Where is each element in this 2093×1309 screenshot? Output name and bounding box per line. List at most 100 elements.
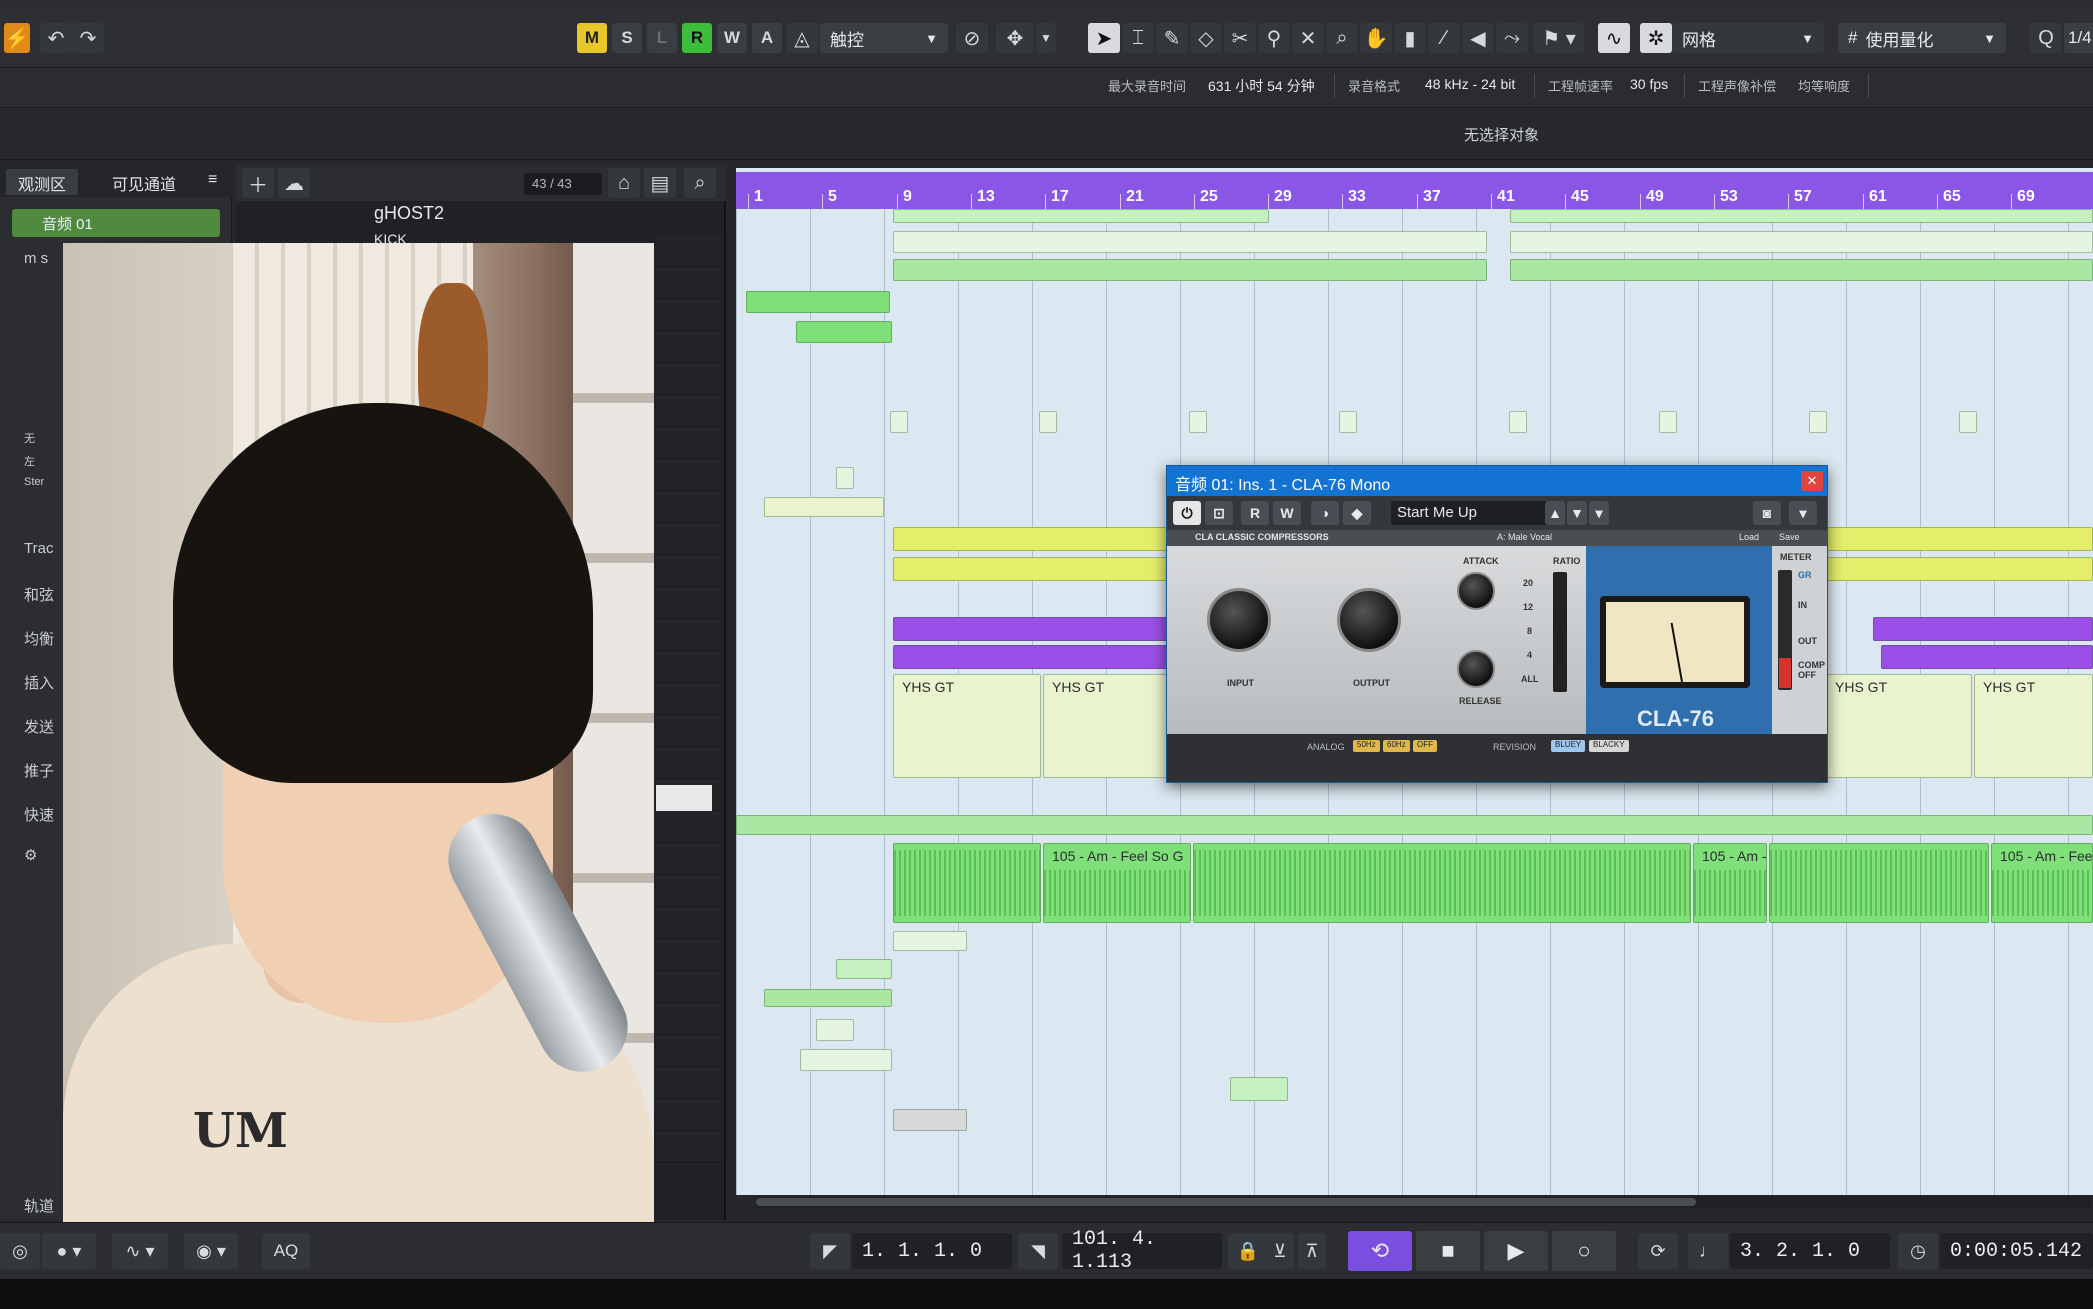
release-knob[interactable] [1457, 650, 1495, 688]
midi-part[interactable] [764, 497, 884, 517]
quantize-select[interactable]: # 使用量化 ▼ [1838, 23, 2006, 53]
right-locator-field[interactable]: 101. 4. 1.113 [1062, 1228, 1222, 1274]
punch-out-icon[interactable]: ⊼ [1298, 1233, 1326, 1269]
midi-part[interactable] [893, 931, 967, 951]
audio-event-yhs-gt[interactable]: YHS GT [1974, 674, 2093, 778]
timeline-ruler[interactable]: 1 5 9 13 17 21 25 29 33 37 41 45 49 53 57 61 65 69 [736, 172, 2093, 209]
input-knob[interactable] [1207, 588, 1271, 652]
camera-icon[interactable]: ◙ [1753, 501, 1781, 525]
chevron-down-icon[interactable]: ▼ [1036, 23, 1056, 53]
audio-icon[interactable]: ∿ ▾ [112, 1233, 168, 1269]
play-tool-icon[interactable]: ◀ [1462, 23, 1494, 53]
meter-option[interactable]: OUT [1798, 636, 1817, 646]
midi-part[interactable] [893, 259, 1487, 281]
midi-part[interactable] [1230, 1077, 1288, 1101]
position-time-field[interactable]: 0:00:05.142 [1940, 1233, 2093, 1269]
midi-part[interactable] [890, 411, 908, 433]
midi-part[interactable] [764, 989, 892, 1007]
search-icon[interactable]: ⌕ [684, 168, 716, 198]
left-locator-icon[interactable]: ◤ [810, 1233, 850, 1269]
position-bars-field[interactable]: 3. 2. 1. 0 [1730, 1233, 1890, 1269]
lock-icon[interactable]: 🔒 [1228, 1233, 1268, 1269]
object-select-tool-icon[interactable]: ➤ [1088, 23, 1120, 53]
waves-load[interactable]: Load [1739, 532, 1759, 542]
track-rows[interactable] [656, 235, 724, 1165]
midi-part[interactable] [796, 321, 892, 343]
preset-up-icon[interactable]: ▲ [1545, 501, 1565, 525]
audio-event[interactable] [893, 843, 1041, 923]
bypass-icon[interactable]: ⊡ [1205, 501, 1233, 525]
analog-60hz[interactable]: 60Hz [1383, 740, 1410, 752]
midi-part[interactable] [1339, 411, 1357, 433]
tab-inspector[interactable]: 观测区 [6, 169, 79, 195]
power-icon[interactable]: ⏻ [1173, 501, 1201, 525]
revision-bluey[interactable]: BLUEY [1551, 740, 1586, 752]
aq-button[interactable]: AQ [262, 1233, 310, 1269]
cycle-button[interactable]: ⟲ [1348, 1231, 1412, 1271]
erase-tool-icon[interactable]: ◇ [1190, 23, 1222, 53]
attack-knob[interactable] [1457, 572, 1495, 610]
waves-save[interactable]: Save [1779, 532, 1800, 542]
tab-visibility[interactable]: 可见通道 [100, 169, 188, 195]
activate-project-icon[interactable]: ⚡ [4, 23, 30, 53]
midi-part[interactable] [816, 1019, 854, 1041]
split-tool-icon[interactable]: ✂ [1224, 23, 1256, 53]
close-icon[interactable]: ✕ [1801, 471, 1823, 491]
folder-icon[interactable]: ☁ [278, 168, 310, 198]
snap-to-zero-icon[interactable]: ✲ [1640, 23, 1672, 53]
color-tool-icon[interactable]: ⤳ [1496, 23, 1528, 53]
quantize-value-select[interactable]: 1/4 [2064, 23, 2093, 53]
analog-50hz[interactable]: 50Hz [1353, 740, 1380, 752]
automation-mode-select[interactable]: 触控 ▼ [820, 23, 948, 53]
equal-loudness-label[interactable]: 均等响度 [1798, 76, 1850, 95]
line-tool-icon[interactable]: ∕ [1428, 23, 1460, 53]
read-automation-button[interactable]: R [682, 23, 712, 53]
mute-button[interactable]: M [577, 23, 607, 53]
chevron-down-icon[interactable]: ▾ [1789, 501, 1817, 525]
audio-event[interactable] [1193, 843, 1691, 923]
midi-part[interactable] [893, 645, 1169, 669]
audio-event[interactable] [736, 815, 2093, 835]
solo-button[interactable]: S [612, 23, 642, 53]
list-icon[interactable]: ▤ [644, 168, 676, 198]
preset-field[interactable]: Start Me Up [1391, 501, 1551, 525]
empty-part[interactable] [893, 1109, 967, 1131]
midi-part[interactable] [1809, 411, 1827, 433]
clock-icon[interactable]: ◷ [1898, 1233, 1938, 1269]
audio-event-feel-so-good[interactable]: 105 - Am - Feel So [1991, 843, 2093, 923]
scrollbar-thumb[interactable] [756, 1198, 1696, 1206]
record-button[interactable]: ○ [1552, 1231, 1616, 1271]
zoom-tool-icon[interactable]: ⌕ [1326, 23, 1358, 53]
listen-button[interactable]: L [647, 23, 677, 53]
analog-off[interactable]: OFF [1413, 740, 1437, 752]
autoscroll-icon[interactable]: ⚑ ▾ [1534, 23, 1584, 53]
undo-icon[interactable]: ↶ [40, 23, 72, 53]
midi-part[interactable] [1510, 259, 2093, 281]
follow-icon[interactable]: ⟳ [1638, 1233, 1678, 1269]
left-locator-field[interactable]: 1. 1. 1. 0 [852, 1233, 1012, 1269]
plugin-window-cla76[interactable]: 音频 01: Ins. 1 - CLA-76 Mono ✕ ⏻ ⊡ R W ◑ … [1166, 465, 1828, 783]
max-record-time-value[interactable]: 631 小时 54 分钟 [1208, 76, 1315, 96]
waves-preset[interactable]: A: Male Vocal [1497, 532, 1552, 542]
punch-in-icon[interactable]: ⊻ [1266, 1233, 1294, 1269]
output-knob[interactable] [1337, 588, 1401, 652]
audio-event[interactable] [1769, 843, 1989, 923]
home-icon[interactable]: ⌂ [608, 168, 640, 198]
sidechain-icon[interactable]: ◑ [1311, 501, 1339, 525]
snap-type-select[interactable]: 网格 ▼ [1672, 23, 1824, 53]
record-mode-icon[interactable]: ◎ [0, 1233, 40, 1269]
mute-tool-icon[interactable]: ✕ [1292, 23, 1324, 53]
meter-option[interactable]: GR [1798, 570, 1812, 580]
menu-bar[interactable] [0, 0, 2093, 8]
nudge-icon[interactable]: ✥ [996, 23, 1034, 53]
midi-part[interactable] [893, 617, 1169, 641]
midi-part[interactable] [1509, 411, 1527, 433]
ratio-selector[interactable] [1553, 572, 1567, 692]
audio-event-yhs-gt[interactable]: YHS GT [1043, 674, 1169, 778]
meter-option[interactable]: COMP OFF [1798, 660, 1826, 680]
midi-part[interactable] [893, 209, 1269, 223]
menu-icon[interactable]: ≡ [196, 169, 229, 195]
meter-option[interactable]: IN [1798, 600, 1807, 610]
midi-part[interactable] [800, 1049, 892, 1071]
metronome-icon[interactable]: ◉ ▾ [184, 1233, 238, 1269]
